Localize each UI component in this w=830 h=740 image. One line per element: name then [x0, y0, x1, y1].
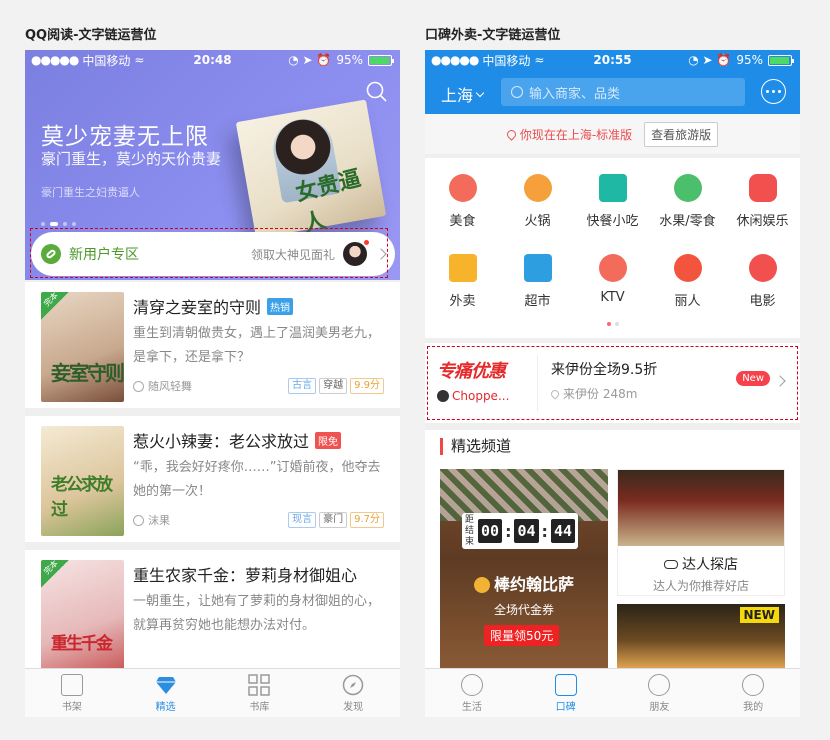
tab-featured[interactable]: 精选 [119, 669, 213, 717]
list-item[interactable]: 老公求放过 惹火小辣妻：老公求放过 限免 “乖，我会好好疼你……”订婚前夜，他夺去… [25, 416, 400, 542]
search-icon [511, 86, 523, 98]
list-item[interactable]: 完本 重生千金 重生农家千金：萝莉身材御姐心 一朝重生，让她有了萝莉的身材御姐的… [25, 550, 400, 670]
hotpot-icon [523, 174, 552, 202]
banner-page-dots [41, 222, 76, 226]
chevron-down-icon [475, 88, 485, 97]
bookshelf-icon [60, 673, 83, 696]
left-caption: QQ阅读-文字链运营位 [25, 28, 157, 43]
featured-card-papa-johns[interactable]: 距结束 00: 04: 44 棒约翰比萨 全场代金券 限量领50元 [440, 469, 608, 669]
grid-icon [248, 673, 271, 696]
papa-johns-logo-icon [473, 577, 490, 593]
featured-channel-section: 精选频道 距结束 00: 04: 44 棒约翰比萨 全场代金券 限量领50元 达… [425, 430, 800, 670]
category-hotpot[interactable]: 火锅 [500, 174, 575, 229]
binoculars-icon [664, 559, 678, 569]
koubei-screen: 上海 输入商家、品类 ●●●●● 中国移动 ≈ 20:55 ◔ ➤ ⏰ 95% 你现在… [425, 50, 800, 717]
highlight-dashed-frame [427, 346, 798, 420]
book-desc: “乖，我会好好疼你……”订婚前夜，他夺去她的第一次！ [133, 460, 381, 499]
takeout-box-icon [448, 254, 477, 282]
book-desc: 一朝重生，让她有了萝莉的身材御姐的心，就算再贫穷她也能想办法对付。 [133, 594, 381, 633]
section-title: 精选频道 [440, 438, 511, 455]
book-author: 沫果 [148, 514, 170, 527]
yen-icon [742, 673, 765, 696]
more-button[interactable] [761, 79, 786, 104]
koubei-icon [554, 673, 577, 696]
book-cover: 完本 重生千金 [41, 560, 124, 670]
book-cover: 完本 妾室守则 [41, 292, 124, 402]
user-icon [133, 380, 144, 392]
banner-title: 莫少宠妻无上限 [41, 124, 209, 150]
microphone-icon [598, 254, 627, 282]
category-beauty[interactable]: 丽人 [650, 254, 725, 309]
book-tag: 热销 [267, 297, 294, 315]
status-bar: ●●●●● 中国移动 ≈ 20:55 ◔ ➤ ⏰ 95% [425, 50, 800, 70]
book-cover-image: 女贵逼人 [235, 99, 387, 239]
tab-bookshelf[interactable]: 书架 [25, 669, 119, 717]
right-caption: 口碑外卖-文字链运营位 [425, 28, 561, 43]
featured-card-new[interactable]: NEW [617, 604, 785, 670]
category-supermarket[interactable]: 超市 [500, 254, 575, 309]
location-text: 你现在在上海-标准版 [519, 127, 633, 142]
compass-icon [342, 674, 364, 695]
friends-icon [648, 673, 671, 696]
tab-koubei[interactable]: 口碑 [519, 669, 613, 717]
beauty-icon [673, 254, 702, 282]
film-reel-icon [748, 254, 777, 282]
category-movie[interactable]: 电影 [725, 254, 800, 309]
featured-card-expert-visit[interactable]: 达人探店 达人为你推荐好店 [617, 469, 785, 596]
book-tag: 限免 [315, 431, 342, 449]
tab-library[interactable]: 书库 [213, 669, 307, 717]
book-title: 惹火小辣妻：老公求放过 [133, 432, 310, 451]
cherry-icon [673, 174, 702, 202]
location-bar: 你现在在上海-标准版 查看旅游版 [425, 114, 800, 154]
gamepad-icon [748, 174, 777, 202]
tab-friends[interactable]: 朋友 [613, 669, 707, 717]
life-icon [460, 673, 483, 696]
category-food[interactable]: 美食 [425, 174, 500, 229]
book-desc: 重生到清朝做贵女，遇上了温润美男老九，是拿下，还是拿下？ [133, 326, 381, 365]
basket-icon [523, 254, 552, 282]
category-entertainment[interactable]: 休闲娱乐 [725, 174, 800, 229]
claim-coupon-button[interactable]: 限量领50元 [484, 625, 560, 646]
bowl-icon [448, 174, 477, 202]
travel-version-button[interactable]: 查看旅游版 [644, 121, 719, 147]
category-takeout[interactable]: 外卖 [425, 254, 500, 309]
category-fruit[interactable]: 水果/零食 [650, 174, 725, 229]
pizza-icon [598, 174, 627, 202]
city-selector[interactable]: 上海 [441, 82, 485, 106]
countdown-timer: 距结束 00: 04: 44 [462, 513, 578, 549]
diamond-icon [155, 676, 176, 694]
book-title: 重生农家千金：萝莉身材御姐心 [133, 566, 358, 585]
new-badge: NEW [739, 607, 779, 623]
bottom-tab-bar: 生活 口碑 朋友 我的 [425, 668, 800, 717]
search-input[interactable]: 输入商家、品类 [501, 78, 745, 106]
category-page-dots [425, 322, 800, 326]
book-cover: 老公求放过 [41, 426, 124, 536]
status-bar: ●●●●● 中国移动 ≈ 20:48 ◔ ➤ ⏰ 95% [25, 50, 400, 70]
shop-photo [618, 470, 784, 546]
category-snack[interactable]: 快餐小吃 [575, 174, 650, 229]
search-icon[interactable] [366, 81, 388, 103]
banner-subtitle: 豪门重生，莫少的天价贵妻 [41, 150, 222, 168]
category-ktv[interactable]: KTV [575, 254, 650, 305]
tab-discover[interactable]: 发现 [306, 669, 400, 717]
category-grid: 美食 火锅 快餐小吃 水果/零食 休闲娱乐 外卖 超市 KTV 丽人 电影 [425, 158, 800, 338]
location-pin-icon [504, 127, 518, 141]
tab-life[interactable]: 生活 [425, 669, 519, 717]
tab-mine[interactable]: 我的 [706, 669, 800, 717]
highlight-dashed-frame [30, 228, 388, 278]
user-icon [133, 514, 144, 526]
banner-book-name: 豪门重生之妇贵逼人 [41, 186, 140, 199]
qq-reading-screen: 女贵逼人 莫少宠妻无上限 豪门重生，莫少的天价贵妻 豪门重生之妇贵逼人 ●●●●… [25, 50, 400, 717]
book-author: 随风轻舞 [148, 380, 192, 393]
bottom-tab-bar: 书架 精选 书库 发现 [25, 668, 400, 717]
list-item[interactable]: 完本 妾室守则 清穿之妾室的守则 热销 重生到清朝做贵女，遇上了温润美男老九，是拿… [25, 282, 400, 408]
book-title: 清穿之妾室的守则 [133, 298, 262, 317]
